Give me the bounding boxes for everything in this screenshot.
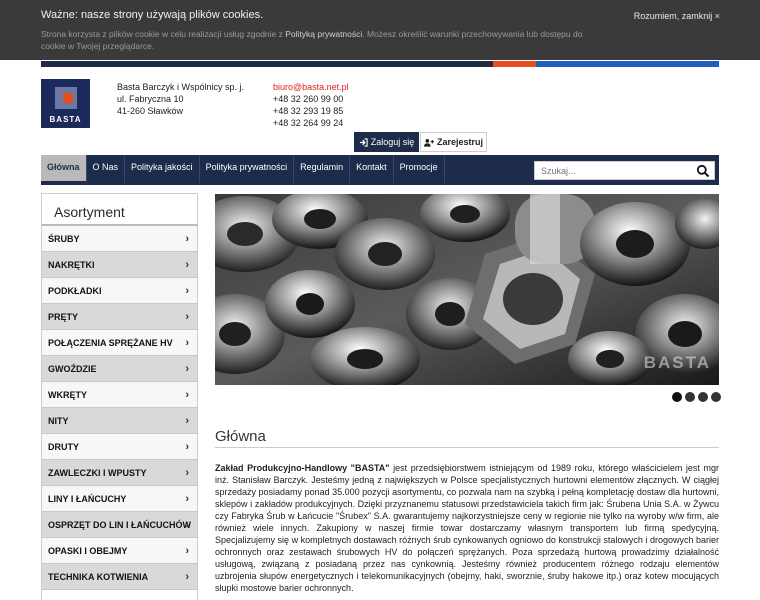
sidebar-item-label: LINY I ŁAŃCUCHY bbox=[48, 494, 127, 504]
privacy-policy-link[interactable]: Polityką prywatności bbox=[285, 29, 362, 39]
slider-watermark: BASTA bbox=[643, 353, 711, 372]
register-label: Zarejestruj bbox=[436, 137, 484, 147]
search-icon[interactable] bbox=[696, 164, 710, 178]
chevron-right-icon: › bbox=[185, 493, 189, 505]
chevron-right-icon: › bbox=[185, 389, 189, 401]
sidebar-item-label: WKRĘTY bbox=[48, 390, 87, 400]
user-plus-icon bbox=[423, 138, 434, 147]
sign-in-icon bbox=[359, 137, 368, 147]
nav-item-regulamin[interactable]: Regulamin bbox=[294, 155, 351, 185]
contact-info: biuro@basta.net.pl +48 32 260 99 00 +48 … bbox=[273, 81, 349, 129]
chevron-right-icon: › bbox=[185, 415, 189, 427]
title-divider bbox=[215, 447, 719, 448]
slider-pagination bbox=[672, 392, 721, 402]
sidebar-item-label: OSPRZĘT DO LIN I ŁAŃCUCHÓW bbox=[48, 520, 191, 530]
sidebar-item-label: TECHNIKA KOTWIENIA bbox=[48, 572, 149, 582]
sidebar-item-polaczenia-sprezane[interactable]: POŁĄCZENIA SPRĘŻANE HV › bbox=[42, 330, 197, 356]
sidebar-item-label: POŁĄCZENIA SPRĘŻANE HV bbox=[48, 338, 173, 348]
sidebar-item-label: GWOŹDZIE bbox=[48, 364, 97, 374]
sidebar-item-prety[interactable]: PRĘTY › bbox=[42, 304, 197, 330]
sidebar-item-label: OPASKI I OBEJMY bbox=[48, 546, 128, 556]
sidebar-item-label: ZAWLECZKI I WPUSTY bbox=[48, 468, 147, 478]
hero-slider[interactable]: BASTA bbox=[215, 194, 719, 385]
register-button[interactable]: Zarejestruj bbox=[420, 132, 487, 152]
search-box bbox=[534, 161, 715, 180]
brand-stripe bbox=[41, 61, 719, 67]
cookie-title: Ważne: nasze strony używają plików cooki… bbox=[41, 9, 264, 21]
nav-items: Główna O Nas Polityka jakości Polityka p… bbox=[41, 155, 445, 185]
sidebar-item-liny[interactable]: LINY I ŁAŃCUCHY › bbox=[42, 486, 197, 512]
sidebar-item-label: DRUTY bbox=[48, 442, 79, 452]
sidebar-item-nity[interactable]: NITY › bbox=[42, 408, 197, 434]
chevron-right-icon: › bbox=[185, 571, 189, 583]
slider-dot-2[interactable] bbox=[685, 392, 695, 402]
phone-1: +48 32 260 99 00 bbox=[273, 94, 344, 104]
search-input[interactable] bbox=[535, 162, 685, 179]
chevron-right-icon: › bbox=[185, 233, 189, 245]
sidebar-item-label: PRĘTY bbox=[48, 312, 79, 322]
stripe-orange bbox=[493, 61, 536, 67]
sidebar-item-druty[interactable]: DRUTY › bbox=[42, 434, 197, 460]
intro-paragraph: Zakład Produkcyjno-Handlowy "BASTA" jest… bbox=[215, 462, 719, 594]
slider-dot-4[interactable] bbox=[711, 392, 721, 402]
stripe-navy bbox=[41, 61, 493, 67]
chevron-right-icon: › bbox=[185, 363, 189, 375]
chevron-right-icon: › bbox=[185, 519, 189, 531]
cookie-description: Strona korzysta z plików cookie w celu r… bbox=[41, 28, 601, 52]
sidebar-item-label: PODKŁADKI bbox=[48, 286, 102, 296]
phone-2: +48 32 293 19 85 bbox=[273, 106, 344, 116]
nav-item-polityka-jakosci[interactable]: Polityka jakości bbox=[125, 155, 200, 185]
company-street: ul. Fabryczna 10 bbox=[117, 94, 184, 104]
phone-3: +48 32 264 99 24 bbox=[273, 118, 344, 128]
sidebar-item-zawleczki[interactable]: ZAWLECZKI I WPUSTY › bbox=[42, 460, 197, 486]
sidebar-item-podkladki[interactable]: PODKŁADKI › bbox=[42, 278, 197, 304]
company-city: 41-260 Sławków bbox=[117, 106, 184, 116]
sidebar-item-label: NAKRĘTKI bbox=[48, 260, 95, 270]
intro-company-name: Zakład Produkcyjno-Handlowy "BASTA" bbox=[215, 463, 390, 473]
sidebar-item-osprzet[interactable]: OSPRZĘT DO LIN I ŁAŃCUCHÓW › bbox=[42, 512, 197, 538]
sidebar-item-wkrety[interactable]: WKRĘTY › bbox=[42, 382, 197, 408]
sidebar-title: Asortyment bbox=[42, 194, 197, 226]
sidebar-item-technika-kotwienia[interactable]: TECHNIKA KOTWIENIA › bbox=[42, 564, 197, 590]
cookie-banner: Ważne: nasze strony używają plików cooki… bbox=[0, 0, 760, 60]
chevron-right-icon: › bbox=[185, 441, 189, 453]
cookie-accept-button[interactable]: Rozumiem, zamknij × bbox=[634, 11, 720, 21]
sidebar-item-gwozdzie[interactable]: GWOŹDZIE › bbox=[42, 356, 197, 382]
sidebar-item-label: NITY bbox=[48, 416, 69, 426]
nav-item-glowna[interactable]: Główna bbox=[41, 155, 87, 185]
sidebar-item-nakretki[interactable]: NAKRĘTKI › bbox=[42, 252, 197, 278]
slider-dot-1[interactable] bbox=[672, 392, 682, 402]
intro-text: jest przedsiębiorstwem istniejącym od 19… bbox=[215, 463, 719, 593]
slider-dot-3[interactable] bbox=[698, 392, 708, 402]
sidebar-item-label: ŚRUBY bbox=[48, 234, 80, 244]
nav-item-promocje[interactable]: Promocje bbox=[393, 155, 445, 185]
nav-item-o-nas[interactable]: O Nas bbox=[86, 155, 126, 185]
email-link[interactable]: biuro@basta.net.pl bbox=[273, 81, 349, 93]
stripe-blue bbox=[536, 61, 719, 67]
logo-accent-square bbox=[63, 93, 73, 103]
chevron-right-icon: › bbox=[185, 311, 189, 323]
basta-logo[interactable]: BASTA bbox=[41, 79, 90, 128]
cookie-text-before: Strona korzysta z plików cookie w celu r… bbox=[41, 29, 286, 39]
nav-item-polityka-prywatnosci[interactable]: Polityka prywatności bbox=[199, 155, 295, 185]
chevron-right-icon: › bbox=[185, 337, 189, 349]
chevron-right-icon: › bbox=[185, 285, 189, 297]
chevron-right-icon: › bbox=[185, 545, 189, 557]
nav-item-kontakt[interactable]: Kontakt bbox=[350, 155, 394, 185]
sidebar-item-opaski[interactable]: OPASKI I OBEJMY › bbox=[42, 538, 197, 564]
chevron-right-icon: › bbox=[185, 259, 189, 271]
sidebar-item-sruby[interactable]: ŚRUBY › bbox=[42, 226, 197, 252]
category-sidebar: Asortyment ŚRUBY › NAKRĘTKI › PODKŁADKI › P… bbox=[41, 193, 198, 600]
logo-text: BASTA bbox=[49, 115, 82, 124]
login-button[interactable]: Zaloguj się bbox=[354, 132, 419, 152]
page-title: Główna bbox=[215, 428, 266, 445]
company-name: Basta Barczyk i Wspólnicy sp. j. bbox=[117, 82, 245, 92]
chevron-right-icon: › bbox=[185, 467, 189, 479]
login-label: Zaloguj się bbox=[370, 137, 415, 147]
company-address: Basta Barczyk i Wspólnicy sp. j. ul. Fab… bbox=[117, 81, 244, 117]
